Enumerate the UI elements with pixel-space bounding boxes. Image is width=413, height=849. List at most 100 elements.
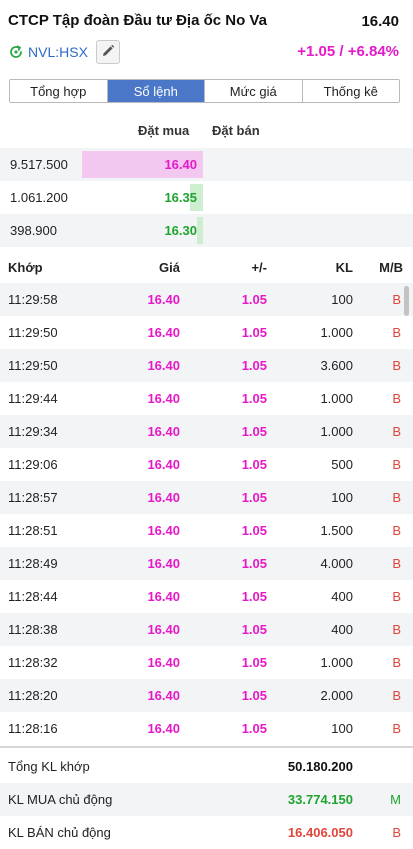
trade-volume: 1.000 — [320, 655, 353, 670]
trade-change: 1.05 — [241, 556, 267, 571]
trade-volume: 1.500 — [320, 523, 353, 538]
trade-price: 16.40 — [147, 490, 180, 505]
trades-list[interactable]: 11:29:58 16.40 1.05 100 B 11:29:50 16.40 1.05 1.… — [0, 283, 413, 745]
bid-volume: 398.900 — [10, 223, 57, 238]
trade-volume: 100 — [331, 292, 353, 307]
tab-summary[interactable]: Tổng hợp — [10, 80, 108, 102]
trade-change: 1.05 — [241, 688, 267, 703]
change-column-header: +/- — [251, 260, 267, 275]
trade-price: 16.40 — [147, 391, 180, 406]
orderbook-row[interactable]: 1.061.200 16.35 — [0, 181, 413, 214]
trade-time: 11:28:16 — [8, 721, 58, 736]
trade-row[interactable]: 11:29:50 16.40 1.05 3.600 B — [0, 349, 413, 382]
trade-time: 11:29:34 — [8, 424, 58, 439]
summary-label: KL MUA chủ động — [8, 792, 113, 807]
trade-volume: 100 — [331, 721, 353, 736]
trade-volume: 1.000 — [320, 424, 353, 439]
summary-panel: Tổng KL khớp 50.180.200 KL MUA chủ động 33.… — [0, 746, 413, 849]
stock-header: CTCP Tập đoàn Đầu tư Địa ốc No Va 16.40 … — [0, 0, 413, 72]
trade-row[interactable]: 11:29:44 16.40 1.05 1.000 B — [0, 382, 413, 415]
ask-header: Đặt bán — [212, 123, 260, 138]
orderbook-row[interactable]: 9.517.500 16.40 — [0, 148, 413, 181]
price-column-header: Giá — [159, 260, 180, 275]
trade-row[interactable]: 11:29:34 16.40 1.05 1.000 B — [0, 415, 413, 448]
trades-header: Khớp Giá +/- KL M/B — [0, 252, 413, 282]
trade-price: 16.40 — [147, 688, 180, 703]
trade-row[interactable]: 11:28:49 16.40 1.05 4.000 B — [0, 547, 413, 580]
pencil-icon — [101, 44, 115, 61]
trade-change: 1.05 — [241, 457, 267, 472]
trade-change: 1.05 — [241, 655, 267, 670]
trade-volume: 3.600 — [320, 358, 353, 373]
trade-volume: 100 — [331, 490, 353, 505]
trade-time: 11:28:32 — [8, 655, 58, 670]
volume-column-header: KL — [335, 260, 353, 275]
sync-icon — [8, 44, 24, 60]
trade-row[interactable]: 11:28:32 16.40 1.05 1.000 B — [0, 646, 413, 679]
trade-change: 1.05 — [241, 424, 267, 439]
bid-volume-bar — [197, 217, 203, 244]
trade-side: B — [392, 325, 401, 340]
trade-side: B — [392, 424, 401, 439]
trade-side: B — [392, 523, 401, 538]
trade-price: 16.40 — [147, 523, 180, 538]
ticker-symbol[interactable]: NVL:HSX — [28, 44, 88, 60]
trade-row[interactable]: 11:29:06 16.40 1.05 500 B — [0, 448, 413, 481]
summary-label: Tổng KL khớp — [8, 759, 90, 774]
trade-change: 1.05 — [241, 358, 267, 373]
tab-orderbook[interactable]: Sổ lệnh — [107, 80, 205, 102]
ticker-row: NVL:HSX — [8, 40, 120, 64]
trade-price: 16.40 — [147, 589, 180, 604]
edit-button[interactable] — [95, 40, 120, 64]
trade-price: 16.40 — [147, 721, 180, 736]
bid-header: Đặt mua — [138, 123, 190, 138]
last-price: 16.40 — [361, 13, 399, 30]
trade-time: 11:29:44 — [8, 391, 58, 406]
trade-row[interactable]: 11:28:20 16.40 1.05 2.000 B — [0, 679, 413, 712]
trade-volume: 500 — [331, 457, 353, 472]
trade-time: 11:28:44 — [8, 589, 58, 604]
scrollbar-thumb[interactable] — [404, 286, 409, 316]
summary-side: M — [390, 792, 401, 807]
trade-change: 1.05 — [241, 292, 267, 307]
trade-side: B — [392, 358, 401, 373]
orderbook-row[interactable]: 398.900 16.30 — [0, 214, 413, 247]
trade-row[interactable]: 11:28:16 16.40 1.05 100 B — [0, 712, 413, 745]
tab-price-levels[interactable]: Mức giá — [205, 80, 303, 102]
time-column-header: Khớp — [8, 260, 43, 275]
trade-row[interactable]: 11:29:50 16.40 1.05 1.000 B — [0, 316, 413, 349]
bid-price: 16.35 — [164, 190, 197, 205]
trade-price: 16.40 — [147, 325, 180, 340]
trade-row[interactable]: 11:28:38 16.40 1.05 400 B — [0, 613, 413, 646]
tab-statistics[interactable]: Thống kê — [302, 80, 399, 102]
trade-side: B — [392, 556, 401, 571]
trade-row[interactable]: 11:29:58 16.40 1.05 100 B — [0, 283, 413, 316]
bid-price: 16.40 — [164, 157, 197, 172]
trade-side: B — [392, 721, 401, 736]
tab-bar: Tổng hợp Sổ lệnh Mức giá Thống kê — [9, 79, 400, 103]
summary-row: Tổng KL khớp 50.180.200 — [0, 750, 413, 783]
trade-row[interactable]: 11:28:44 16.40 1.05 400 B — [0, 580, 413, 613]
trade-side: B — [392, 622, 401, 637]
price-change: +1.05 / +6.84% — [297, 43, 399, 60]
trade-change: 1.05 — [241, 589, 267, 604]
trade-volume: 4.000 — [320, 556, 353, 571]
trade-volume: 400 — [331, 589, 353, 604]
trade-time: 11:28:38 — [8, 622, 58, 637]
trade-price: 16.40 — [147, 292, 180, 307]
trade-volume: 1.000 — [320, 325, 353, 340]
trade-row[interactable]: 11:28:51 16.40 1.05 1.500 B — [0, 514, 413, 547]
trade-change: 1.05 — [241, 325, 267, 340]
trade-side: B — [392, 589, 401, 604]
trade-side: B — [392, 490, 401, 505]
trade-time: 11:29:58 — [8, 292, 58, 307]
trade-time: 11:28:49 — [8, 556, 58, 571]
summary-value: 33.774.150 — [287, 792, 353, 807]
trade-row[interactable]: 11:28:57 16.40 1.05 100 B — [0, 481, 413, 514]
trade-time: 11:29:50 — [8, 325, 58, 340]
trade-price: 16.40 — [147, 424, 180, 439]
side-column-header: M/B — [379, 260, 403, 275]
summary-row: KL BÁN chủ động 16.406.050 B — [0, 816, 413, 849]
trade-time: 11:29:06 — [8, 457, 58, 472]
trade-side: B — [392, 391, 401, 406]
